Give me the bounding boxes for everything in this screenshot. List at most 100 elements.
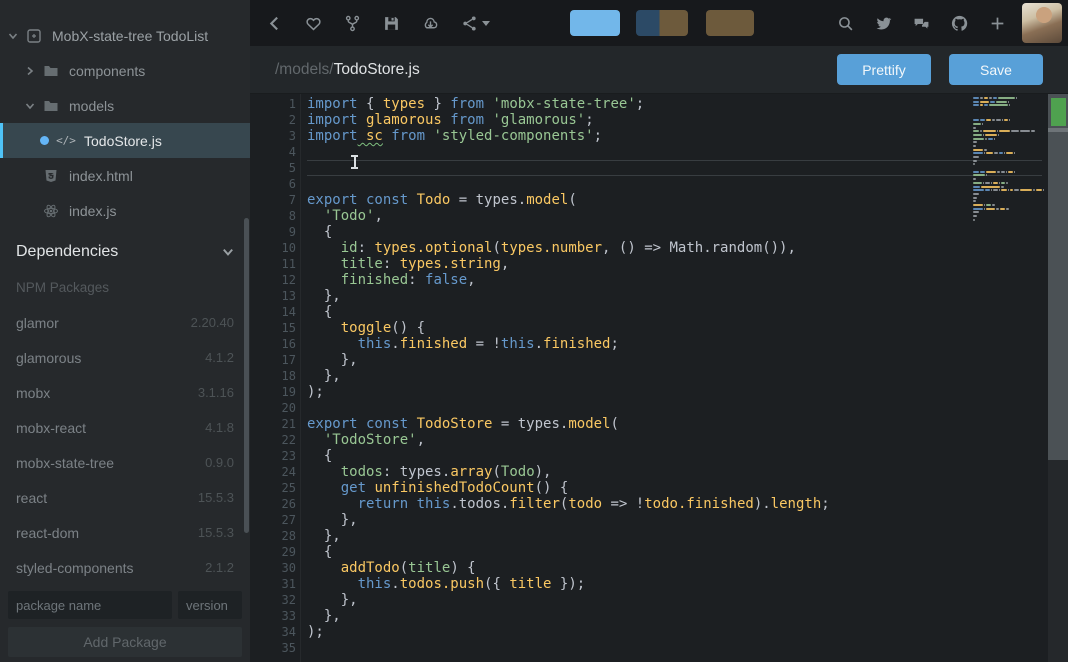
breadcrumb-dir: /models/ [275, 61, 334, 78]
view-toggle-split[interactable] [636, 10, 688, 36]
file-tree-item[interactable]: </>TodoStore.js [0, 123, 250, 158]
plus-icon[interactable] [989, 15, 1006, 32]
npm-packages-label: NPM Packages [0, 270, 250, 305]
project-root-item[interactable]: MobX-state-tree TodoList [0, 18, 250, 53]
code-line[interactable]: { [307, 304, 1042, 320]
heart-icon[interactable] [305, 15, 322, 32]
add-package-button[interactable]: Add Package [8, 627, 242, 657]
chat-icon[interactable] [913, 15, 930, 32]
sidebar-scrollbar[interactable] [244, 218, 249, 533]
back-icon[interactable] [266, 15, 283, 32]
project-icon [26, 28, 42, 44]
code-line[interactable]: 'Todo', [307, 208, 1042, 224]
file-name: models [69, 98, 114, 114]
code-line[interactable]: }, [307, 352, 1042, 368]
code-line[interactable]: }, [307, 288, 1042, 304]
package-row[interactable]: mobx3.1.16 [0, 375, 250, 410]
package-row[interactable]: mobx-state-tree0.9.0 [0, 445, 250, 480]
breadcrumb-file: TodoStore.js [334, 61, 420, 78]
package-row[interactable]: styled-components2.1.2 [0, 550, 250, 585]
package-name: styled-components [16, 560, 134, 576]
main-area: /models/TodoStore.js Prettify Save 12345… [250, 0, 1068, 662]
file-tree: MobX-state-tree TodoList components model… [0, 0, 250, 228]
download-icon[interactable] [422, 15, 439, 32]
github-icon[interactable] [951, 15, 968, 32]
file-tree-item[interactable]: components [0, 53, 250, 88]
minimap[interactable] [973, 97, 1045, 226]
code-line[interactable]: }, [307, 512, 1042, 528]
package-name: glamorous [16, 350, 81, 366]
code-line[interactable]: finished: false, [307, 272, 1042, 288]
file-name: index.html [69, 168, 133, 184]
code-line[interactable]: title: types.string, [307, 256, 1042, 272]
code-line[interactable] [307, 176, 1042, 192]
view-toggle-preview[interactable] [706, 10, 754, 36]
package-name: react-dom [16, 525, 79, 541]
code-line[interactable]: { [307, 448, 1042, 464]
save-icon[interactable] [383, 15, 400, 32]
code-line[interactable] [307, 160, 1042, 176]
code-line[interactable] [307, 400, 1042, 416]
package-version: 3.1.16 [198, 385, 234, 400]
code-line[interactable]: { [307, 544, 1042, 560]
folder-icon [43, 98, 59, 114]
search-icon[interactable] [837, 15, 854, 32]
code-line[interactable]: this.finished = !this.finished; [307, 336, 1042, 352]
chevron-down-icon [222, 246, 234, 258]
code-line[interactable]: }, [307, 528, 1042, 544]
code-line[interactable]: get unfinishedTodoCount() { [307, 480, 1042, 496]
code-line[interactable]: }, [307, 368, 1042, 384]
file-name: components [69, 63, 145, 79]
dependencies-header[interactable]: Dependencies [0, 234, 250, 270]
file-tree-item[interactable]: index.html [0, 158, 250, 193]
package-name-input[interactable] [8, 591, 172, 619]
code-line[interactable]: }, [307, 592, 1042, 608]
package-row[interactable]: mobx-react4.1.8 [0, 410, 250, 445]
package-row[interactable]: react15.5.3 [0, 480, 250, 515]
editor-scrollbar[interactable] [1048, 94, 1068, 460]
code-line[interactable] [307, 640, 1042, 656]
project-title: MobX-state-tree TodoList [52, 28, 208, 44]
view-toggle-editor[interactable] [570, 10, 620, 36]
code-line[interactable]: this.todos.push({ title }); [307, 576, 1042, 592]
code-line[interactable]: ); [307, 624, 1042, 640]
code-line[interactable]: import sc from 'styled-components'; [307, 128, 1042, 144]
preview-pane-sliver [1051, 98, 1066, 126]
package-version: 15.5.3 [198, 525, 234, 540]
user-avatar[interactable] [1022, 3, 1062, 43]
code-line[interactable]: import { types } from 'mobx-state-tree'; [307, 96, 1042, 112]
package-row[interactable]: glamorous 4.1.2 [0, 340, 250, 375]
code-line[interactable]: export const TodoStore = types.model( [307, 416, 1042, 432]
code-line[interactable]: toggle() { [307, 320, 1042, 336]
prettify-button[interactable]: Prettify [837, 54, 931, 85]
react-icon [43, 203, 59, 219]
code-line[interactable]: export const Todo = types.model( [307, 192, 1042, 208]
file-tree-item[interactable]: index.js [0, 193, 250, 228]
code-line[interactable]: }, [307, 608, 1042, 624]
package-version-input[interactable] [178, 591, 242, 619]
twitter-icon[interactable] [875, 15, 892, 32]
code-line[interactable] [307, 144, 1042, 160]
code-editor[interactable]: 1234567891011121314151617181920212223242… [250, 94, 1068, 662]
package-row[interactable]: react-dom 15.5.3 [0, 515, 250, 550]
code-line[interactable]: ); [307, 384, 1042, 400]
code-line[interactable]: addTodo(title) { [307, 560, 1042, 576]
code-line[interactable]: 'TodoStore', [307, 432, 1042, 448]
share-icon [461, 15, 478, 32]
code-line[interactable]: import glamorous from 'glamorous'; [307, 112, 1042, 128]
share-menu[interactable] [461, 15, 490, 32]
package-version: 0.9.0 [205, 455, 234, 470]
folder-icon [43, 63, 59, 79]
code-line[interactable]: id: types.optional(types.number, () => M… [307, 240, 1042, 256]
breadcrumb: /models/TodoStore.js [275, 61, 420, 79]
file-tree-item[interactable]: models [0, 88, 250, 123]
fork-icon[interactable] [344, 15, 361, 32]
code-line[interactable]: todos: types.array(Todo), [307, 464, 1042, 480]
package-version: 4.1.2 [205, 350, 234, 365]
code-icon: </> [58, 133, 74, 149]
code-line[interactable]: return this.todos.filter(todo => !todo.f… [307, 496, 1042, 512]
code-line[interactable]: { [307, 224, 1042, 240]
package-row[interactable]: glamor2.20.40 [0, 305, 250, 340]
code-pane[interactable]: import { types } from 'mobx-state-tree';… [307, 96, 1042, 656]
save-button[interactable]: Save [949, 54, 1043, 85]
